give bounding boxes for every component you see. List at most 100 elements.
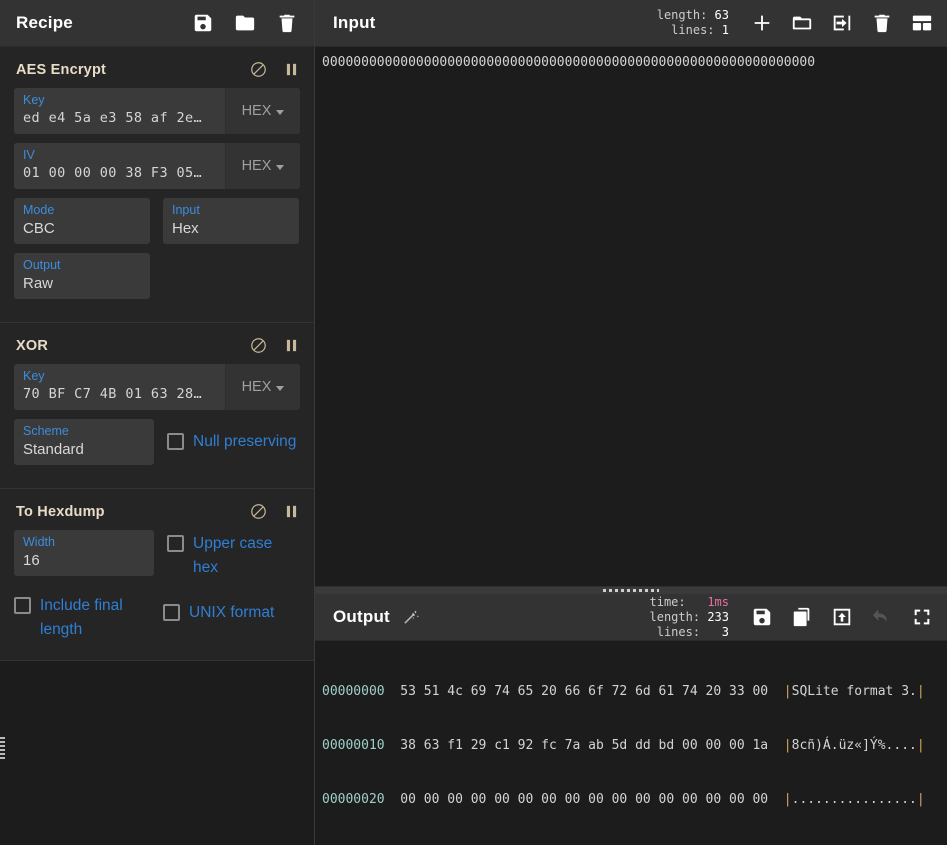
- recipe-operation-list[interactable]: AES Encrypt Key ed e4 5a e3 58 af 2e… HE…: [0, 47, 314, 845]
- xor-key-type-dropdown[interactable]: HEX: [226, 364, 300, 410]
- recipe-title-bar: Recipe: [0, 0, 314, 47]
- aes-key-type-label: HEX: [241, 103, 272, 119]
- recipe-operation-aes-encrypt[interactable]: AES Encrypt Key ed e4 5a e3 58 af 2e… HE…: [0, 47, 314, 323]
- aes-input-select[interactable]: Input Hex: [163, 198, 299, 244]
- input-length-key: length:: [656, 8, 708, 22]
- checkbox-box[interactable]: [14, 597, 31, 614]
- reset-layout-icon[interactable]: [911, 12, 933, 34]
- breakpoint-icon[interactable]: [283, 61, 300, 78]
- xor-null-preserving-label: Null preserving: [193, 433, 297, 450]
- operation-header: To Hexdump: [0, 489, 314, 530]
- input-lines-key: lines:: [671, 23, 715, 37]
- undo-icon[interactable]: [871, 606, 893, 628]
- aes-mode-select[interactable]: Mode CBC: [14, 198, 150, 244]
- io-splitter[interactable]: [315, 586, 947, 594]
- aes-key-type-dropdown[interactable]: HEX: [226, 88, 300, 134]
- aes-iv-value: 01 00 00 00 38 F3 05…: [23, 165, 203, 181]
- hexdump-ascii: SQLite format 3.: [791, 684, 917, 699]
- output-time-value: 1ms: [707, 594, 729, 609]
- xor-null-preserving-checkbox[interactable]: Null preserving: [167, 419, 296, 454]
- aes-iv-field[interactable]: IV 01 00 00 00 38 F3 05…: [14, 143, 226, 189]
- aes-output-value: Raw: [23, 275, 54, 292]
- aes-mode-label: Mode: [23, 203, 55, 217]
- output-lines-key: lines:: [656, 624, 701, 639]
- hexdump-offset: 00000010: [322, 738, 385, 753]
- save-recipe-icon[interactable]: [192, 12, 214, 34]
- hexdump-bytes: 00 00 00 00 00 00 00 00 00 00 00 00 00 0…: [400, 792, 769, 807]
- io-pane: Input length: 63 lines: 1 00000000000000…: [315, 0, 947, 845]
- chevron-down-icon: [276, 165, 285, 170]
- hexdump-include-final-length-checkbox[interactable]: Include final length: [14, 591, 150, 642]
- xor-scheme-row: Scheme Standard Null preserving: [14, 419, 300, 465]
- xor-key-label: Key: [23, 369, 45, 383]
- xor-key-type-label: HEX: [241, 379, 272, 395]
- checkbox-box[interactable]: [163, 604, 180, 621]
- disable-operation-icon[interactable]: [250, 61, 267, 78]
- hexdump-bytes: 38 63 f1 29 c1 92 fc 7a ab 5d dd bd 00 0…: [400, 738, 769, 753]
- open-input-icon[interactable]: [831, 12, 853, 34]
- input-textarea[interactable]: 0000000000000000000000000000000000000000…: [315, 47, 947, 586]
- hexdump-unix-format-checkbox[interactable]: UNIX format: [163, 591, 274, 625]
- recipe-title: Recipe: [16, 13, 73, 32]
- save-output-icon[interactable]: [751, 606, 773, 628]
- aes-key-field-group[interactable]: Key ed e4 5a e3 58 af 2e… HEX: [14, 88, 300, 134]
- operation-title: XOR: [16, 337, 49, 354]
- aes-output-row: Output Raw: [14, 253, 300, 299]
- aes-iv-type-dropdown[interactable]: HEX: [226, 143, 300, 189]
- hexdump-line: 00000010 38 63 f1 29 c1 92 fc 7a ab 5d d…: [322, 737, 947, 755]
- open-folder-icon[interactable]: [791, 12, 813, 34]
- copy-output-icon[interactable]: [791, 606, 813, 628]
- splitter-grip-icon: [603, 589, 659, 592]
- hexdump-upper-case-hex-checkbox[interactable]: Upper case hex: [167, 530, 300, 580]
- aes-iv-label: IV: [23, 148, 35, 162]
- hexdump-flags-row: Include final length UNIX format: [14, 591, 300, 642]
- maximise-output-icon[interactable]: [911, 606, 933, 628]
- operation-controls: [250, 337, 300, 354]
- checkbox-box[interactable]: [167, 433, 184, 450]
- hexdump-unix-format-label: UNIX format: [189, 604, 275, 621]
- output-length-value: 233: [707, 609, 729, 624]
- clear-input-icon[interactable]: [871, 12, 893, 34]
- xor-key-field-group[interactable]: Key 70 BF C7 4B 01 63 28… HEX: [14, 364, 300, 410]
- input-lines-value: 1: [721, 23, 729, 37]
- aes-iv-field-group[interactable]: IV 01 00 00 00 38 F3 05… HEX: [14, 143, 300, 189]
- output-toolbar: [751, 606, 933, 628]
- aes-key-field[interactable]: Key ed e4 5a e3 58 af 2e…: [14, 88, 226, 134]
- operation-title: AES Encrypt: [16, 61, 107, 78]
- replace-input-icon[interactable]: [831, 606, 853, 628]
- aes-input-label: Input: [172, 203, 200, 217]
- output-lines-value: 3: [721, 624, 729, 639]
- xor-scheme-value: Standard: [23, 441, 84, 458]
- output-title: Output: [333, 607, 390, 626]
- magic-wand-icon[interactable]: [401, 608, 420, 627]
- add-input-tab-icon[interactable]: [751, 12, 773, 34]
- aes-key-value: ed e4 5a e3 58 af 2e…: [23, 110, 203, 126]
- output-textarea[interactable]: 00000000 53 51 4c 69 74 65 20 66 6f 72 6…: [315, 641, 947, 845]
- recipe-operation-to-hexdump[interactable]: To Hexdump Width 16 Upper case hex Inclu…: [0, 489, 314, 661]
- breakpoint-icon[interactable]: [283, 337, 300, 354]
- hexdump-pipe: |: [783, 792, 792, 807]
- disable-operation-icon[interactable]: [250, 503, 267, 520]
- breakpoint-icon[interactable]: [283, 503, 300, 520]
- hexdump-width-label: Width: [23, 535, 55, 549]
- aes-output-select[interactable]: Output Raw: [14, 253, 150, 299]
- xor-key-field[interactable]: Key 70 BF C7 4B 01 63 28…: [14, 364, 226, 410]
- hexdump-pipe: |: [916, 684, 925, 699]
- hexdump-width-input[interactable]: Width 16: [14, 530, 154, 576]
- disable-operation-icon[interactable]: [250, 337, 267, 354]
- recipe-pane-resize-handle[interactable]: [0, 737, 5, 761]
- load-recipe-icon[interactable]: [234, 12, 256, 34]
- hexdump-pipe: |: [783, 684, 792, 699]
- recipe-operation-xor[interactable]: XOR Key 70 BF C7 4B 01 63 28… HEX Scheme…: [0, 323, 314, 489]
- hexdump-ascii: 8cñ)Á.üz«]Ý%....: [791, 738, 917, 753]
- checkbox-box[interactable]: [167, 535, 184, 552]
- xor-scheme-select[interactable]: Scheme Standard: [14, 419, 154, 465]
- operation-arguments: Key ed e4 5a e3 58 af 2e… HEX IV 01 00 0…: [0, 88, 314, 299]
- hexdump-width-row: Width 16 Upper case hex: [14, 530, 300, 580]
- hexdump-bytes: 53 51 4c 69 74 65 20 66 6f 72 6d 61 74 2…: [400, 684, 769, 699]
- hexdump-offset: 00000020: [322, 792, 385, 807]
- operation-arguments: Key 70 BF C7 4B 01 63 28… HEX Scheme Sta…: [0, 364, 314, 465]
- clear-recipe-icon[interactable]: [276, 12, 298, 34]
- hexdump-include-final-length-cell: Include final length: [14, 591, 150, 642]
- input-section: Input length: 63 lines: 1 00000000000000…: [315, 0, 947, 586]
